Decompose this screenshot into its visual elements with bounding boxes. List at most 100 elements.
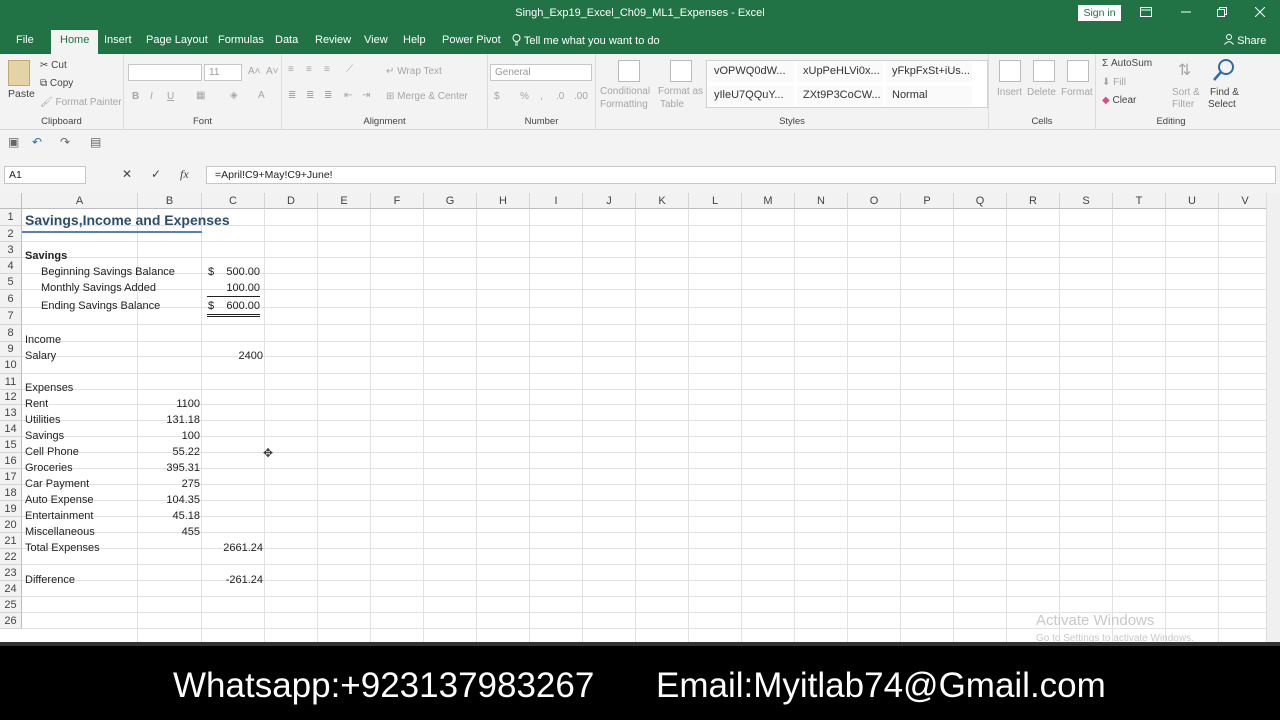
- tab-formulas[interactable]: Formulas: [218, 34, 264, 46]
- column-header[interactable]: L: [689, 193, 742, 209]
- customize-qat-icon[interactable]: ▤: [90, 135, 101, 149]
- column-header[interactable]: N: [795, 193, 848, 209]
- ribbon-display-icon[interactable]: [1136, 4, 1156, 22]
- orientation-icon[interactable]: ⟋: [346, 64, 353, 75]
- column-header[interactable]: R: [1007, 193, 1060, 209]
- number-format-select[interactable]: General: [490, 64, 592, 81]
- column-header[interactable]: V: [1219, 193, 1272, 209]
- tab-view[interactable]: View: [364, 34, 388, 46]
- row-header[interactable]: 17: [0, 469, 22, 485]
- minimize-icon[interactable]: [1176, 4, 1196, 22]
- row-header[interactable]: 21: [0, 533, 22, 549]
- underline-button[interactable]: U: [167, 91, 174, 102]
- column-header[interactable]: I: [530, 193, 583, 209]
- tab-data[interactable]: Data: [275, 34, 298, 46]
- find-select-button[interactable]: Find & Select: [1206, 58, 1244, 116]
- align-center-icon[interactable]: ≣: [306, 90, 314, 101]
- cell-style-2[interactable]: xUpPeHLVi0x...: [797, 62, 883, 82]
- row-header[interactable]: 24: [0, 581, 22, 597]
- format-cells-button[interactable]: Format: [1061, 60, 1095, 110]
- row-header[interactable]: 10: [0, 357, 22, 374]
- select-all-corner[interactable]: [0, 193, 22, 209]
- font-size-select[interactable]: 11: [204, 64, 242, 81]
- wrap-text-button[interactable]: ↵ Wrap Text: [386, 66, 442, 77]
- autosum-button[interactable]: Σ AutoSum: [1102, 58, 1152, 69]
- row-header[interactable]: 20: [0, 517, 22, 533]
- row-header[interactable]: 5: [0, 274, 22, 290]
- row-header[interactable]: 12: [0, 390, 22, 405]
- row-header[interactable]: 1: [0, 209, 22, 226]
- row-header[interactable]: 3: [0, 242, 22, 258]
- italic-button[interactable]: I: [150, 91, 153, 102]
- row-header[interactable]: 26: [0, 613, 22, 629]
- row-header[interactable]: 7: [0, 308, 22, 325]
- tab-insert[interactable]: Insert: [104, 34, 132, 46]
- align-top-icon[interactable]: ≡: [288, 64, 294, 75]
- tab-home[interactable]: Home: [51, 30, 99, 54]
- vertical-scrollbar[interactable]: [1266, 193, 1280, 643]
- increase-decimal-icon[interactable]: .0: [556, 91, 564, 102]
- increase-indent-icon[interactable]: ⇥: [362, 90, 370, 101]
- column-header[interactable]: T: [1113, 193, 1166, 209]
- row-header[interactable]: 25: [0, 597, 22, 613]
- font-color-icon[interactable]: A: [258, 90, 265, 101]
- sort-filter-button[interactable]: ⇅ Sort & Filter: [1172, 60, 1204, 116]
- cell-style-1[interactable]: vOPWQ0dW...: [708, 62, 794, 82]
- row-header[interactable]: 23: [0, 565, 22, 581]
- restore-icon[interactable]: [1212, 4, 1232, 22]
- column-header[interactable]: U: [1166, 193, 1219, 209]
- close-icon[interactable]: [1250, 4, 1270, 22]
- currency-button[interactable]: $: [494, 91, 500, 102]
- paste-icon[interactable]: [8, 60, 30, 86]
- shrink-font-icon[interactable]: A˅: [266, 66, 279, 77]
- redo-icon[interactable]: ↷: [60, 135, 70, 149]
- undo-icon[interactable]: ↶: [32, 135, 42, 149]
- worksheet-grid[interactable]: ABCDEFGHIJKLMNOPQRSTUV 1 2 3 4 5 6 7 8 9 10 11 12 13…: [0, 193, 1280, 643]
- cell-style-normal[interactable]: Normal: [886, 86, 972, 106]
- column-header[interactable]: O: [848, 193, 901, 209]
- grow-font-icon[interactable]: A˄: [248, 66, 261, 77]
- align-bottom-icon[interactable]: ≡: [324, 64, 330, 75]
- row-header[interactable]: 2: [0, 226, 22, 242]
- column-header[interactable]: B: [138, 193, 202, 209]
- align-middle-icon[interactable]: ≡: [306, 64, 312, 75]
- bold-button[interactable]: B: [132, 91, 139, 102]
- decrease-decimal-icon[interactable]: .00: [574, 91, 588, 102]
- sign-in-button[interactable]: Sign in: [1078, 5, 1121, 21]
- insert-function-icon[interactable]: fx: [180, 167, 189, 182]
- column-header[interactable]: A: [22, 193, 138, 209]
- row-header[interactable]: 16: [0, 453, 22, 469]
- delete-cells-button[interactable]: Delete: [1027, 60, 1061, 110]
- row-header[interactable]: 9: [0, 342, 22, 357]
- font-name-select[interactable]: [128, 64, 202, 81]
- conditional-formatting-button[interactable]: Conditional Formatting: [600, 60, 656, 118]
- row-header[interactable]: 19: [0, 501, 22, 517]
- tell-me-search[interactable]: Tell me what you want to do: [512, 34, 660, 47]
- column-header[interactable]: J: [583, 193, 636, 209]
- column-header[interactable]: C: [202, 193, 265, 209]
- tab-power-pivot[interactable]: Power Pivot: [442, 34, 501, 46]
- column-header[interactable]: H: [477, 193, 530, 209]
- column-header[interactable]: P: [901, 193, 954, 209]
- row-header[interactable]: 22: [0, 549, 22, 565]
- percent-button[interactable]: %: [520, 91, 529, 102]
- cell-style-3[interactable]: yFkpFxSt+iUs...: [886, 62, 972, 82]
- paste-button[interactable]: Paste: [8, 88, 35, 100]
- column-header[interactable]: F: [371, 193, 424, 209]
- column-header[interactable]: D: [265, 193, 318, 209]
- tab-review[interactable]: Review: [315, 34, 351, 46]
- borders-icon[interactable]: ▦: [196, 90, 205, 101]
- clear-button[interactable]: ◆ Clear: [1102, 95, 1136, 106]
- cell-style-5[interactable]: ZXt9P3CoCW...: [797, 86, 883, 106]
- fill-color-icon[interactable]: ◈: [230, 90, 238, 101]
- tab-page-layout[interactable]: Page Layout: [146, 34, 208, 46]
- column-header[interactable]: K: [636, 193, 689, 209]
- enter-icon[interactable]: ✓: [151, 167, 161, 181]
- insert-cells-button[interactable]: Insert: [997, 60, 1025, 110]
- format-painter-button[interactable]: 🖌 Format Painter: [40, 97, 122, 108]
- row-header[interactable]: 6: [0, 290, 22, 308]
- fill-button[interactable]: ⬇ Fill: [1102, 77, 1126, 88]
- comma-button[interactable]: ,: [540, 91, 543, 102]
- column-header[interactable]: E: [318, 193, 371, 209]
- column-header[interactable]: S: [1060, 193, 1113, 209]
